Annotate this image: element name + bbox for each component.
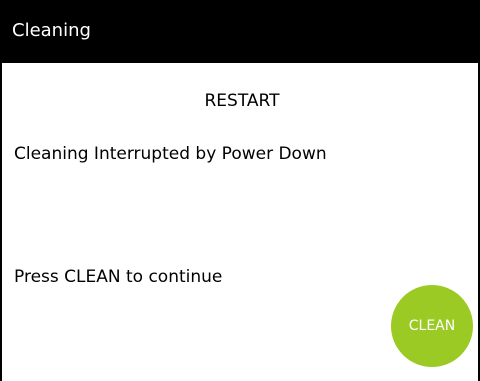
continue-instruction: Press CLEAN to continue bbox=[14, 267, 223, 287]
title-bar: Cleaning bbox=[2, 0, 480, 63]
restart-heading: RESTART bbox=[204, 91, 280, 111]
clean-button[interactable]: CLEAN bbox=[391, 285, 473, 367]
cleaning-screen: Cleaning RESTART Cleaning Interrupted by… bbox=[0, 0, 480, 381]
window-title: Cleaning bbox=[12, 20, 91, 41]
interruption-message: Cleaning Interrupted by Power Down bbox=[14, 144, 327, 164]
